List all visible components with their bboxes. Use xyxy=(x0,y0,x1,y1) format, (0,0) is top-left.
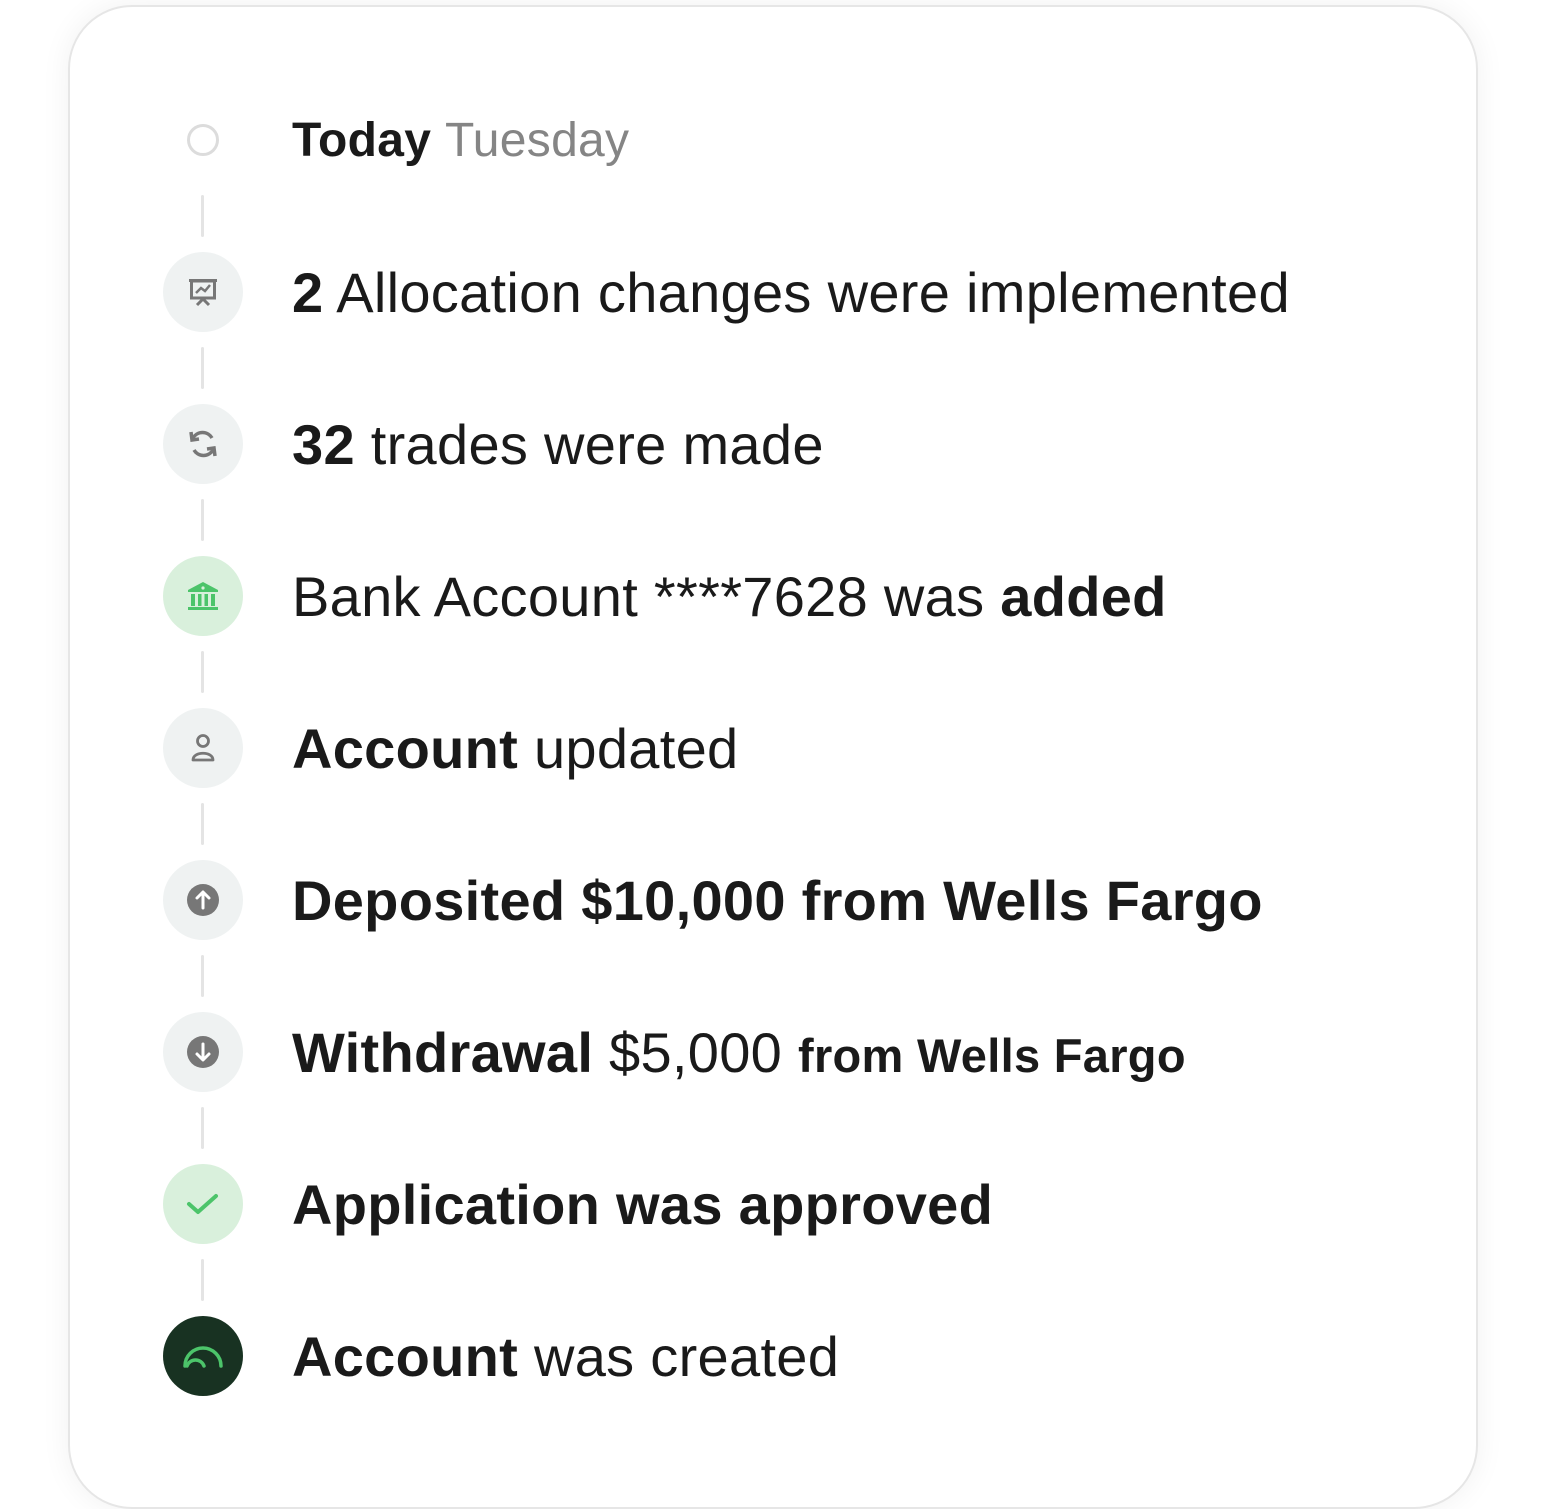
item-text: Bank Account ****7628 was xyxy=(292,564,1001,628)
timeline-connector xyxy=(201,1259,204,1301)
arrow-up-circle-icon xyxy=(163,860,243,940)
refresh-icon xyxy=(163,404,243,484)
allocation-count: 2 xyxy=(292,260,324,324)
timeline-item-trades[interactable]: 32 trades were made xyxy=(163,404,824,484)
withdrawal-amount: $5,000 xyxy=(593,1020,798,1084)
timeline-connector xyxy=(201,955,204,997)
item-subject: Withdrawal xyxy=(292,1020,594,1084)
timeline-item-deposit[interactable]: Deposited $10,000 from Wells Fargo xyxy=(163,860,1263,940)
arrow-down-circle-icon xyxy=(163,1012,243,1092)
timeline-item-account-updated[interactable]: Account updated xyxy=(163,708,739,788)
timeline-connector xyxy=(201,1107,204,1149)
timeline-item-bank-account[interactable]: Bank Account ****7628 was added xyxy=(163,556,1167,636)
timeline-connector xyxy=(201,347,204,389)
item-text: Allocation changes were implemented xyxy=(323,260,1290,324)
item-status: added xyxy=(1000,564,1167,628)
today-label: Today xyxy=(292,113,432,167)
timeline-item-application[interactable]: Application was approved xyxy=(163,1164,993,1244)
user-icon xyxy=(163,708,243,788)
timeline-header: Today Tuesday xyxy=(163,100,629,180)
item-subject: Account xyxy=(292,716,519,780)
timeline-item-account-created[interactable]: Account was created xyxy=(163,1316,839,1396)
timeline-item-withdrawal[interactable]: Withdrawal $5,000 from Wells Fargo xyxy=(163,1012,1186,1092)
timeline-item-allocation[interactable]: 2 Allocation changes were implemented xyxy=(163,252,1290,332)
empty-circle-icon xyxy=(163,100,243,180)
item-text: Application was approved xyxy=(292,1172,994,1236)
presentation-chart-icon xyxy=(163,252,243,332)
item-text: was created xyxy=(518,1324,840,1388)
item-text: Deposited $10,000 from Wells Fargo xyxy=(292,868,1263,932)
item-source: from Wells Fargo xyxy=(798,1028,1186,1082)
trade-count: 32 xyxy=(292,412,355,476)
item-text: trades were made xyxy=(354,412,824,476)
item-text: updated xyxy=(518,716,739,780)
check-icon xyxy=(163,1164,243,1244)
timeline-connector xyxy=(201,499,204,541)
timeline-connector xyxy=(201,651,204,693)
logo-arc-icon xyxy=(163,1316,243,1396)
item-subject: Account xyxy=(292,1324,519,1388)
bank-icon xyxy=(163,556,243,636)
day-label: Tuesday xyxy=(444,113,630,167)
timeline-connector xyxy=(201,803,204,845)
timeline-connector xyxy=(201,195,204,237)
